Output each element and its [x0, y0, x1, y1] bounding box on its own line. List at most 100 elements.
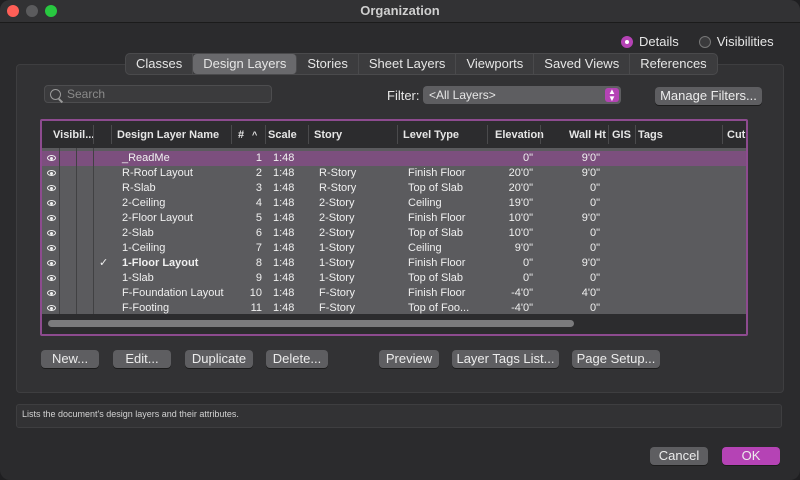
column-header-visibility[interactable]: Visibil... — [53, 129, 94, 141]
eye-visible-icon[interactable] — [47, 290, 56, 296]
table-row[interactable]: 1-Ceiling 7 1:48 1-Story Ceiling 9'0" 0" — [42, 241, 746, 256]
cell-scale: 1:48 — [273, 152, 295, 164]
cell-num: 5 — [255, 212, 262, 224]
column-header-story[interactable]: Story — [314, 129, 342, 141]
cell-level: Finish Floor — [408, 257, 466, 269]
cell-name: R-Roof Layout — [122, 167, 193, 179]
window-title: Organization — [360, 3, 440, 18]
table-row[interactable]: R-Slab 3 1:48 R-Story Top of Slab 20'0" 0" — [42, 181, 746, 196]
eye-visible-icon[interactable] — [47, 170, 56, 176]
table-row[interactable]: 2-Ceiling 4 1:48 2-Story Ceiling 19'0" 0" — [42, 196, 746, 211]
table-row[interactable]: ✓ 1-Floor Layout 8 1:48 1-Story Finish Floor 0… — [42, 256, 746, 271]
search-input[interactable]: Search — [44, 85, 272, 103]
cell-level: Ceiling — [408, 197, 442, 209]
visibilities-radio-label[interactable]: Visibilities — [717, 34, 774, 49]
cell-elev: 20'0" — [508, 182, 533, 194]
eye-visible-icon[interactable] — [47, 305, 56, 311]
table-row[interactable]: F-Foundation Layout 10 1:48 F-Story Finish F… — [42, 286, 746, 301]
eye-visible-icon[interactable] — [47, 230, 56, 236]
cell-wall: 0" — [589, 227, 600, 239]
table-row[interactable]: _ReadMe 1 1:48 0" 9'0" — [42, 151, 746, 166]
eye-visible-icon[interactable] — [47, 260, 56, 266]
new-layer-button[interactable]: New... — [41, 350, 99, 368]
column-header-elevation[interactable]: Elevation — [495, 129, 544, 141]
column-header-gis[interactable]: GIS — [612, 129, 631, 141]
cell-elev: 9'0" — [514, 242, 533, 254]
cell-scale: 1:48 — [273, 212, 295, 224]
table-body: _ReadMe 1 1:48 0" 9'0" R-Roof Layout 2 1:48 R-St… — [42, 148, 746, 314]
cell-num: 4 — [255, 197, 262, 209]
design-layers-table: Visibil... Design Layer Name # ^ Scale S… — [40, 119, 748, 336]
cell-num: 8 — [255, 257, 262, 269]
column-header-design-layer-name[interactable]: Design Layer Name — [117, 129, 219, 141]
manage-filters-button[interactable]: Manage Filters... — [655, 87, 762, 105]
cell-level: Top of Slab — [408, 182, 464, 194]
table-row[interactable]: 1-Slab 9 1:48 1-Story Top of Slab 0" 0" — [42, 271, 746, 286]
table-row[interactable]: 2-Slab 6 1:48 2-Story Top of Slab 10'0" 0" — [42, 226, 746, 241]
column-header-number[interactable]: # — [238, 129, 244, 141]
column-header-cut[interactable]: Cut — [727, 129, 745, 141]
title-bar: Organization — [0, 0, 800, 23]
horizontal-scrollbar[interactable] — [42, 314, 746, 334]
cell-level: Top of Slab — [408, 227, 464, 239]
tab-bar: Classes Design Layers Stories Sheet Laye… — [125, 53, 718, 75]
tab-stories[interactable]: Stories — [297, 54, 359, 74]
chevron-up-down-icon: ▲ ▼ — [605, 88, 619, 103]
tab-viewports[interactable]: Viewports — [456, 54, 535, 74]
eye-visible-icon[interactable] — [47, 215, 56, 221]
table-header: Visibil... Design Layer Name # ^ Scale S… — [42, 121, 746, 149]
cell-name: F-Foundation Layout — [122, 287, 224, 299]
ok-button[interactable]: OK — [722, 447, 780, 465]
cell-name: 1-Floor Layout — [122, 257, 199, 269]
eye-visible-icon[interactable] — [47, 200, 56, 206]
cell-level: Finish Floor — [408, 287, 466, 299]
cancel-button[interactable]: Cancel — [650, 447, 708, 465]
details-radio-label[interactable]: Details — [639, 34, 679, 49]
cell-num: 3 — [255, 182, 262, 194]
details-radio[interactable] — [621, 35, 633, 48]
cell-wall: 0" — [589, 242, 600, 254]
page-setup-button[interactable]: Page Setup... — [572, 350, 660, 368]
eye-visible-icon[interactable] — [47, 155, 56, 161]
eye-visible-icon[interactable] — [47, 185, 56, 191]
eye-visible-icon[interactable] — [47, 245, 56, 251]
cell-wall: 9'0" — [581, 167, 600, 179]
column-header-tags[interactable]: Tags — [638, 129, 663, 141]
cell-scale: 1:48 — [273, 167, 295, 179]
filter-select[interactable]: <All Layers> ▲ ▼ — [423, 86, 621, 104]
search-icon — [50, 89, 61, 100]
cell-wall: 0" — [589, 182, 600, 194]
layer-tags-list-button[interactable]: Layer Tags List... — [452, 350, 559, 368]
cell-wall: 9'0" — [581, 257, 600, 269]
cell-story: R-Story — [319, 167, 357, 179]
table-row[interactable]: 2-Floor Layout 5 1:48 2-Story Finish Floor 10… — [42, 211, 746, 226]
cell-scale: 1:48 — [273, 227, 295, 239]
tab-sheet-layers[interactable]: Sheet Layers — [359, 54, 457, 74]
tab-classes[interactable]: Classes — [126, 54, 194, 74]
table-row[interactable]: R-Roof Layout 2 1:48 R-Story Finish Floor 20'… — [42, 166, 746, 181]
cell-wall: 9'0" — [581, 212, 600, 224]
duplicate-layer-button[interactable]: Duplicate — [185, 350, 253, 368]
tab-design-layers[interactable]: Design Layers — [193, 54, 298, 74]
tab-references[interactable]: References — [630, 54, 716, 74]
cell-scale: 1:48 — [273, 182, 295, 194]
cell-scale: 1:48 — [273, 257, 295, 269]
cell-scale: 1:48 — [273, 242, 295, 254]
cell-story: 2-Story — [319, 212, 355, 224]
status-description: Lists the document's design layers and t… — [16, 404, 782, 428]
filter-label: Filter: — [387, 88, 420, 103]
cell-elev: 20'0" — [508, 167, 533, 179]
search-placeholder: Search — [67, 87, 106, 101]
column-header-wall-height[interactable]: Wall Ht — [569, 129, 606, 141]
delete-layer-button[interactable]: Delete... — [266, 350, 328, 368]
tab-saved-views[interactable]: Saved Views — [534, 54, 631, 74]
cell-name: 2-Ceiling — [122, 197, 166, 209]
visibilities-radio[interactable] — [698, 35, 711, 48]
column-header-level-type[interactable]: Level Type — [403, 129, 459, 141]
horizontal-scrollbar-thumb[interactable] — [48, 320, 574, 327]
edit-layer-button[interactable]: Edit... — [113, 350, 171, 368]
column-header-scale[interactable]: Scale — [268, 129, 297, 141]
cell-story: 2-Story — [319, 227, 355, 239]
eye-visible-icon[interactable] — [47, 275, 56, 281]
preview-button[interactable]: Preview — [379, 350, 439, 368]
